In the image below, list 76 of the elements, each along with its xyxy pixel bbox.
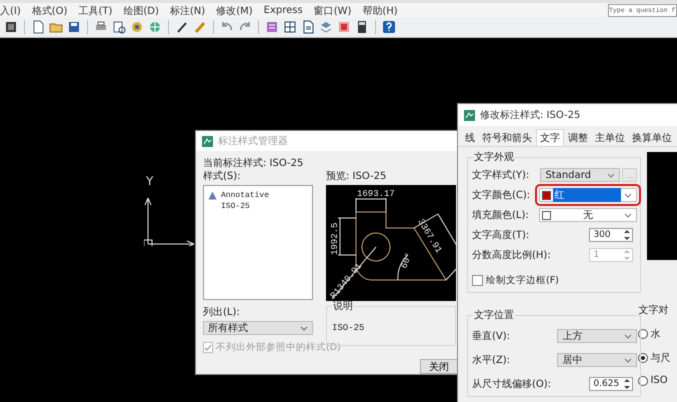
tab[interactable]: 调整	[565, 132, 591, 146]
field-label: 从尺寸线偏移(O):	[472, 378, 552, 391]
group-title: 文字对	[638, 304, 670, 317]
print-preview-icon[interactable]	[111, 19, 127, 35]
chevron-icon	[624, 212, 632, 218]
style-list-item[interactable]: ISO-25	[221, 202, 250, 211]
close-button[interactable]: 关闭	[420, 359, 458, 374]
chevron-icon	[624, 358, 632, 362]
field-label: 水平(Z):	[472, 354, 510, 367]
chevron-icon	[624, 192, 632, 198]
menu-item[interactable]: 格式(O)	[32, 4, 68, 18]
field-label: 文字样式(Y):	[472, 168, 530, 182]
chevron-icon	[624, 334, 632, 338]
radio-label: ISO	[650, 375, 668, 386]
menu-item[interactable]: 帮助(H)	[362, 4, 398, 18]
window-title: 修改标注样式: ISO-25	[480, 108, 580, 122]
dropdown[interactable]: Standard	[540, 168, 620, 182]
group-title: 说明	[332, 301, 354, 313]
image-icon[interactable]	[336, 19, 352, 35]
spin-arrows-icon	[623, 248, 632, 262]
tab[interactable]: 换算单位	[629, 132, 675, 146]
description-text: ISO-25	[332, 323, 366, 333]
styles-label: 样式(S):	[203, 170, 242, 183]
dropdown[interactable]: 上方	[557, 329, 638, 343]
dimension-text: 1992.5	[330, 222, 340, 255]
spin-arrows-icon	[623, 228, 632, 242]
menu-item[interactable]: 窗口(W)	[314, 4, 352, 18]
field-label: 文字高度(T):	[472, 228, 530, 242]
app-icon	[464, 110, 475, 120]
globe-icon[interactable]	[147, 19, 163, 35]
tab[interactable]: 主单位	[592, 132, 628, 146]
checkbox-label: 绘制文字边框(F)	[486, 274, 559, 287]
menu-item[interactable]: 工具(T)	[78, 4, 112, 18]
current-style-label: 当前标注样式: ISO-25	[203, 157, 304, 170]
spin-arrows-icon	[623, 377, 632, 391]
chevron-icon	[300, 326, 308, 330]
style-list-item[interactable]: Annotative	[221, 191, 270, 200]
tab[interactable]: 符号和箭头	[479, 132, 535, 146]
field-label: 分数高度比例(H):	[472, 248, 551, 262]
axis-label: Y	[146, 174, 154, 188]
tab[interactable]: 线	[462, 132, 478, 146]
group-title: 文字外观	[473, 152, 515, 164]
color-dropdown[interactable]: 无	[539, 208, 638, 222]
annotative-icon	[208, 191, 217, 200]
radio-button[interactable]	[638, 353, 648, 363]
list-label: 列出(L):	[203, 306, 241, 319]
properties-icon[interactable]	[264, 19, 280, 35]
tab[interactable]: 文字	[536, 129, 564, 146]
radio-button[interactable]	[638, 376, 648, 386]
dimension-text: 1693.17	[357, 189, 395, 199]
menu-item[interactable]: 修改(M)	[216, 4, 253, 18]
save-icon[interactable]	[66, 19, 82, 35]
grid-icon[interactable]	[282, 19, 298, 35]
radio-label: 与尺	[650, 352, 670, 365]
chip-icon[interactable]	[3, 19, 19, 35]
menu-item[interactable]: 标注(N)	[170, 4, 206, 18]
menu-item[interactable]: 绘图(D)	[123, 4, 159, 18]
field-label: 垂直(V):	[472, 330, 510, 343]
menu-item[interactable]: 入(I)	[0, 4, 21, 18]
dimension-text: 60°	[399, 251, 414, 270]
field-label: 文字颜色(C):	[472, 188, 530, 202]
group-title: 文字位置	[473, 310, 515, 322]
preview-label: 预览: ISO-25	[326, 170, 388, 183]
radio-button[interactable]	[638, 329, 648, 339]
number-spinner[interactable]: 0.625	[589, 377, 634, 391]
chevron-icon	[607, 172, 616, 178]
radio-label: 水	[650, 328, 660, 341]
checkbox[interactable]	[472, 275, 483, 286]
window-title: 标注样式管理器	[218, 134, 288, 148]
app-icon	[202, 136, 213, 146]
list-dropdown[interactable]: 所有样式	[203, 321, 313, 335]
dropdown[interactable]: 居中	[557, 353, 638, 367]
number-spinner[interactable]: 300	[589, 228, 634, 242]
field-label: 填充颜色(L):	[472, 208, 529, 222]
menu-item[interactable]: Express	[264, 5, 303, 16]
help-icon[interactable]	[381, 19, 397, 35]
